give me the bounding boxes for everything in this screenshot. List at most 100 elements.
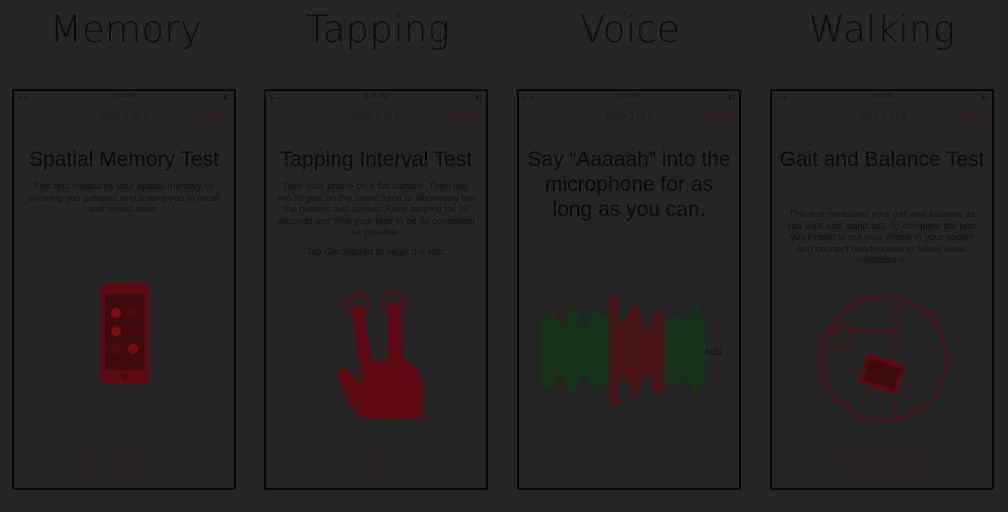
waveform-bar [546,312,549,390]
battery-icon: ▮▯ [981,95,988,101]
waveform-bar [640,316,642,386]
get-started-button[interactable]: Get Started [838,451,926,476]
cancel-button[interactable]: Cancel [955,111,986,122]
page-title: Spatial Memory Test [29,148,219,171]
waveform-bar [675,315,678,387]
status-time: 6:34 PM [112,94,136,100]
waveform-bar [656,307,659,395]
waveform-bar [607,316,609,386]
cancel-button[interactable]: Cancel [197,111,228,122]
status-bar: •• ᯤ 6:35 PM ▮▯ [519,91,739,103]
waveform-bar [552,313,554,389]
waveform-bar [598,311,601,391]
waveform-bar [585,326,587,376]
waveform-bar [673,316,675,386]
waveform-bar [576,312,579,390]
waveform-bar [601,314,604,388]
nav-bar: Step 1 of 6 Cancel [772,111,992,125]
pocket-phone-icon [820,295,948,428]
status-time: 6:35 PM [364,94,388,100]
waveform-bar [686,320,689,382]
test-description: This test measures your gait and balance… [786,209,978,266]
waveform-bar [554,318,557,384]
waveform-bar [541,316,543,386]
memory-screen: •• ᯤ 6:34 PM ▮▯ Step 1 of 4 Cancel Spati… [12,89,236,490]
test-description: Rest your phone on a flat surface. Then … [276,181,476,238]
audio-waveform-icon [537,291,727,416]
waveform-bar [684,321,686,381]
waveform-bar [549,311,552,391]
waveform-bar [626,318,629,384]
status-bar: •• ᯤ 6:34 PM ▮▯ [14,91,234,103]
status-time: 6:35 PM [617,94,641,100]
waveform-bar [681,319,684,383]
waveform-bar [695,305,697,397]
page-title: Say “Aaaaah” into the microphone for as … [527,148,731,221]
waveform-bar [557,323,560,379]
waveform-bar [587,322,590,380]
waveform-bar [543,314,546,388]
waveform-bar [645,328,648,374]
tapping-screen: •• ᯤ 6:35 PM ▮▯ < Step 5 of 5 Cancel Tap… [264,89,488,490]
cancel-button[interactable]: Cancel [702,111,733,122]
voice-title: Voice [580,8,680,51]
waveform-bar [620,323,623,379]
waveform-bar [678,317,681,385]
waveform-bar [667,318,670,384]
waveform-bar [653,311,656,391]
waveform-bar [629,311,631,391]
waveform-bar [604,316,607,386]
waveform-bar [662,312,664,390]
waveform-bar [574,305,576,397]
next-button[interactable]: Next [332,451,420,476]
waveform-bar [618,320,620,382]
waveform-bar [651,318,653,384]
waveform-bar [689,315,692,387]
waveform-bar [664,316,667,386]
waveform-bar [609,296,612,406]
waveform-bar [697,306,700,396]
waveform-bar [568,308,571,394]
test-instruction: Tap Get Started to begin the test. [306,247,446,258]
test-description: This test measures your spatial memory b… [27,181,221,215]
nav-bar: Step 5 of 6 Cancel [519,111,739,125]
battery-icon: ▮▯ [475,95,482,101]
waveform-bar [560,325,563,377]
waveform-bar [631,305,634,397]
waveform-bar [670,318,673,384]
cancel-button[interactable]: Cancel [449,111,480,122]
waveform-bar [642,324,645,378]
waveform-bar [615,296,618,406]
voice-screen: •• ᯤ 6:35 PM ▮▯ Step 5 of 6 Cancel Say “… [517,89,741,490]
next-button[interactable]: Next [80,451,168,476]
waveform-bar [648,325,651,377]
battery-icon: ▮▯ [728,95,735,101]
waveform-bar [593,310,596,392]
memory-title: Memory [49,8,203,51]
waveform-bar [692,309,695,393]
waveform-bar [590,315,593,387]
status-bar: •• ᯤ 6:36 PM ▮▯ [772,91,992,103]
status-time: 6:36 PM [870,94,894,100]
waveform-bar [563,322,565,380]
waveform-label: ndo [705,347,722,358]
two-finger-hand-icon [332,291,428,426]
page-title: Tapping Interval Test [279,148,473,171]
page-title: Gait and Balance Test [779,148,985,171]
waveform-bar [612,296,615,406]
status-bar: •• ᯤ 6:35 PM ▮▯ [266,91,486,103]
waveform-bar [659,308,662,394]
waveform-bar [579,320,582,382]
waveform-bar [565,315,568,387]
waveform-bar [571,303,574,399]
walking-screen: •• ᯤ 6:36 PM ▮▯ Step 1 of 6 Cancel Gait … [770,89,994,490]
waveform-bar [634,304,637,398]
nav-bar: Step 1 of 4 Cancel [14,111,234,125]
waveform-bar [700,313,703,389]
waveform-bar [582,326,585,376]
waveform-bar [596,309,598,393]
waveform-bar [623,323,626,379]
walking-title: Walking [808,8,956,51]
waveform-bar [637,308,640,394]
tapping-title: Tapping [305,8,451,51]
